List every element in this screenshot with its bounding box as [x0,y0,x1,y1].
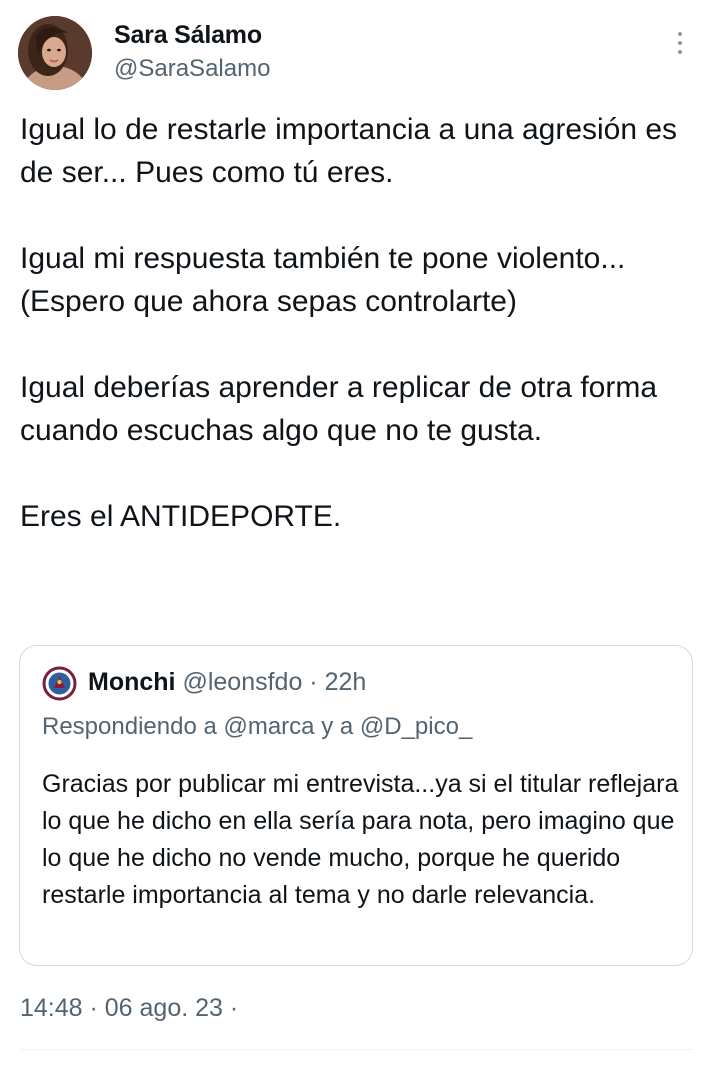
tweet-header: Sara Sálamo @SaraSalamo [18,16,688,96]
tweet-paragraph: Igual mi respuesta también te pone viole… [20,242,626,318]
quoted-author-name[interactable]: Monchi [88,668,176,696]
tweet-paragraph: Eres el ANTIDEPORTE. [20,500,342,533]
replying-to-line: Respondiendo a @marca y a @D_pico_ [42,713,473,740]
more-vertical-icon[interactable] [670,32,690,62]
author-handle[interactable]: @SaraSalamo [114,55,270,83]
quoted-author-meta: @leonsfdo · 22h [182,668,367,696]
avatar-photo [18,16,92,90]
tweet-timestamp[interactable]: 14:48 · 06 ago. 23 · [20,994,238,1023]
tweet-paragraph: Igual lo de restarle importancia a una a… [20,113,678,189]
club-crest-icon [42,666,77,701]
quoted-tweet-text: Gracias por publicar mi entrevista...ya … [42,770,679,909]
quoted-tweet-header: Monchi @leonsfdo · 22h [88,668,366,697]
tweet-text: Igual lo de restarle importancia a una a… [20,108,685,538]
divider [20,1049,693,1050]
author-name[interactable]: Sara Sálamo [114,21,262,50]
quoted-tweet-card[interactable]: Monchi @leonsfdo · 22h Respondiendo a @m… [19,645,693,966]
author-avatar[interactable] [18,16,92,90]
tweet-paragraph: Igual deberías aprender a replicar de ot… [20,371,658,447]
quoted-author-avatar[interactable] [42,666,77,701]
